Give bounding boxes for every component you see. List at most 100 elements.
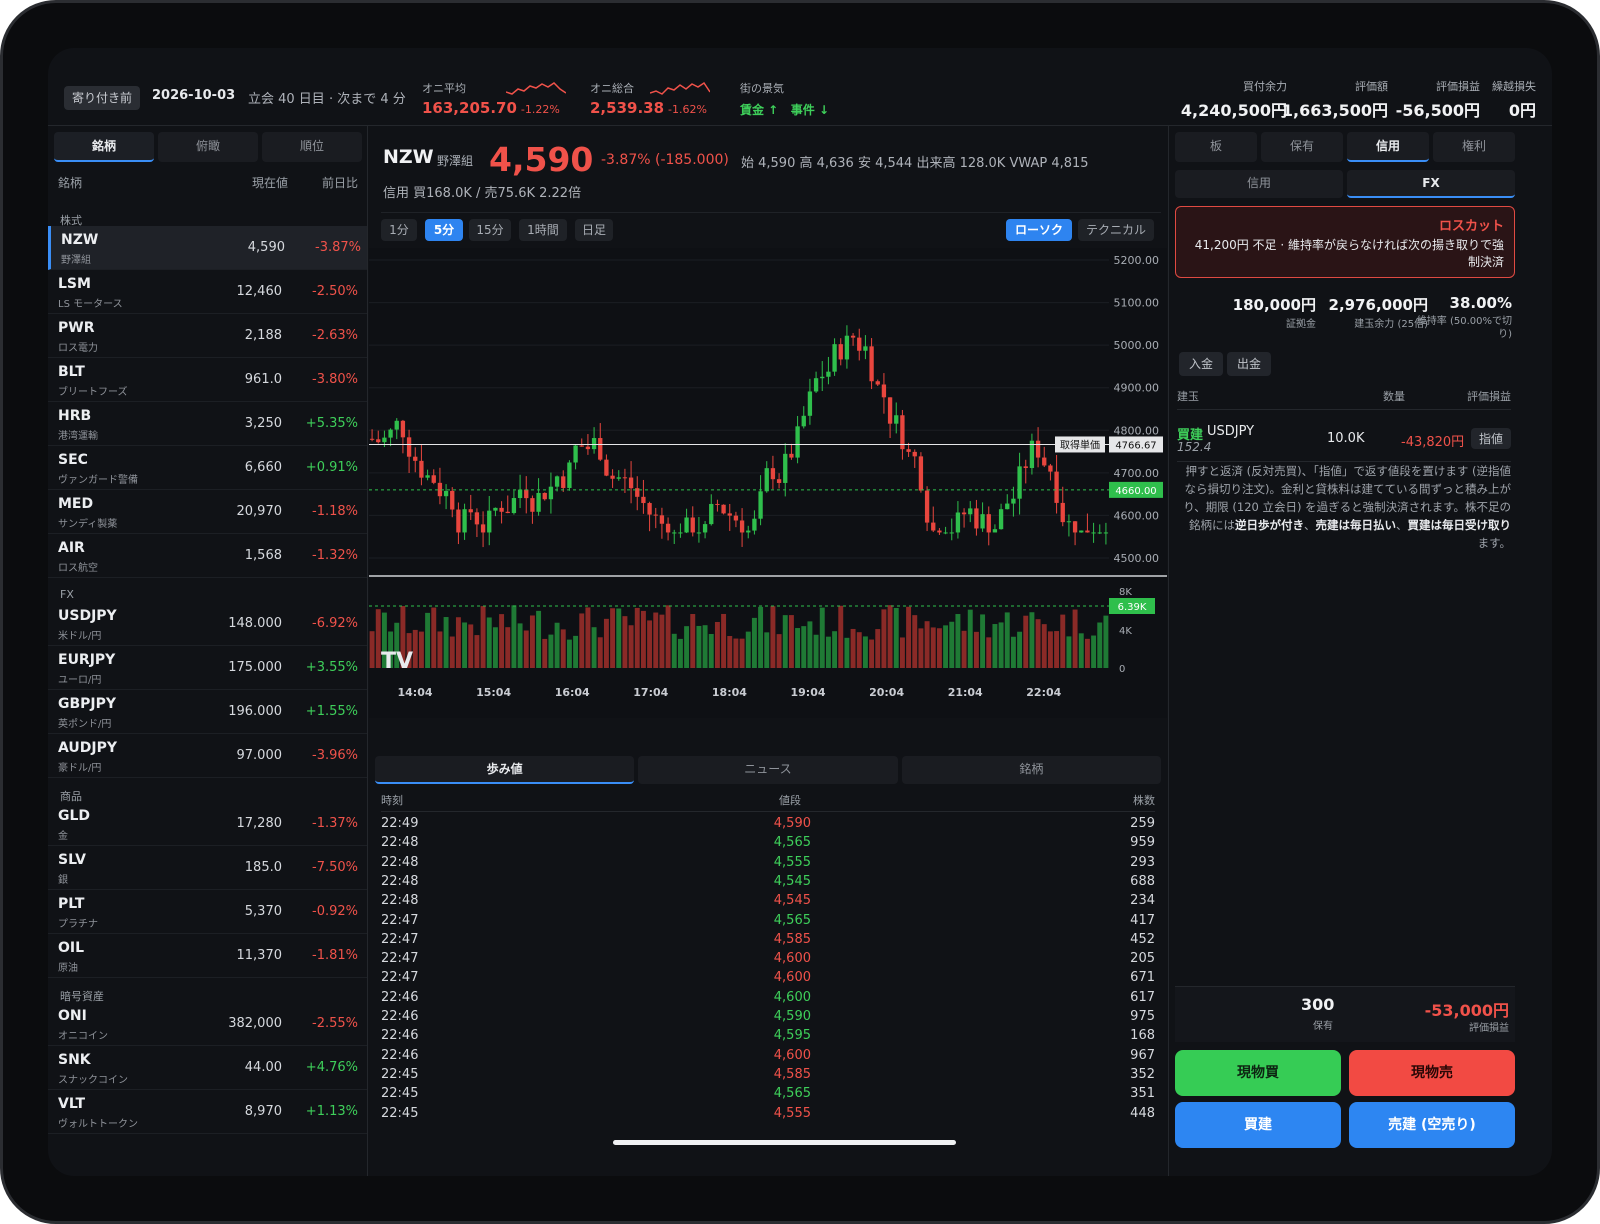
volume-bar (751, 617, 757, 668)
tab-overview[interactable]: 俯瞰 (158, 132, 258, 162)
note-text: 、 (1396, 518, 1408, 532)
watchlist-row-gbpjpy[interactable]: GBPJPY 英ポンド/円 196.000 +1.55% (48, 690, 367, 734)
row-name: ヴァンガード警備 (58, 475, 138, 486)
candle (776, 479, 782, 483)
watchlist-row-nzw[interactable]: NZW 野澤組 4,590 -3.87% (48, 226, 367, 270)
tf-15m[interactable]: 15分 (469, 219, 511, 241)
mode-technical[interactable]: テクニカル (1078, 219, 1154, 241)
row-price: 11,370 (236, 948, 283, 963)
candle (1066, 521, 1072, 523)
volume-bar (764, 632, 770, 668)
row-name: サンディ製薬 (58, 519, 118, 530)
mode-candle[interactable]: ローソク (1006, 219, 1072, 241)
watchlist-row-blt[interactable]: BLT ブリートフーズ 961.0 -3.80% (48, 358, 367, 402)
tab-orderbook[interactable]: 板 (1175, 132, 1257, 162)
watchlist-row-oil[interactable]: OIL 原油 11,370 -1.81% (48, 934, 367, 978)
volume-bar (770, 606, 776, 668)
y-tick-label: 5100.00 (1114, 297, 1160, 310)
watchlist-row-sec[interactable]: SEC ヴァンガード警備 6,660 +0.91% (48, 446, 367, 490)
tf-daily[interactable]: 日足 (575, 219, 613, 241)
tape-price: 4,565 (773, 835, 811, 851)
candle (857, 337, 862, 351)
candle (931, 522, 936, 531)
watchlist-row-hrb[interactable]: HRB 港湾運輸 3,250 +5.35% (48, 402, 367, 446)
row-symbol: LSM (58, 276, 91, 292)
warning-message: 41,200円 不足 · 維持率が戻らなければ次の揚き取りで強制決済 (1194, 238, 1504, 269)
candle (678, 532, 683, 534)
tf-1h[interactable]: 1時間 (519, 219, 567, 241)
withdraw-button[interactable]: 出金 (1227, 352, 1272, 376)
tf-1m[interactable]: 1分 (381, 219, 417, 241)
row-change: +1.13% (305, 1104, 358, 1119)
watchlist-row-snk[interactable]: SNK スナックコイン 44.00 +4.76% (48, 1046, 367, 1090)
index-oni-average[interactable]: オニ平均 163,205.70 -1.22% (422, 80, 566, 117)
tab-tape[interactable]: 歩み値 (375, 756, 635, 784)
deposit-button[interactable]: 入金 (1179, 352, 1224, 376)
row-symbol: AIR (58, 540, 85, 556)
tab-ranking[interactable]: 順位 (262, 132, 362, 162)
index-oni-composite[interactable]: オニ総合 2,539.38 -1.62% (590, 80, 710, 117)
row-name: 野澤組 (61, 255, 91, 266)
watchlist-row-audjpy[interactable]: AUDJPY 豪ドル/円 97.000 -3.96% (48, 734, 367, 778)
spot-sell-button[interactable]: 現物売 (1349, 1050, 1515, 1096)
margin-buy-button[interactable]: 買建 (1175, 1102, 1341, 1148)
tape-row: 22:47 4,565 417 (381, 913, 1155, 932)
warning-title: ロスカット (1438, 219, 1504, 234)
candle (388, 429, 393, 438)
watchlist-row-gld[interactable]: GLD 金 17,280 -1.37% (48, 802, 367, 846)
col-pos-pl: 評価損益 (1467, 390, 1511, 403)
watchlist-row-plt[interactable]: PLT プラチナ 5,370 -0.92% (48, 890, 367, 934)
volume-bar (511, 605, 517, 668)
candle (770, 468, 776, 480)
volume-bar (462, 622, 468, 668)
volume-bar (523, 630, 529, 668)
x-tick-label: 22:04 (1026, 686, 1061, 699)
subtab-margin[interactable]: 信用 (1175, 170, 1343, 198)
volume-bar (776, 634, 782, 668)
volume-bar (838, 605, 844, 668)
watchlist-row-vlt[interactable]: VLT ヴォルトトークン 8,970 +1.13% (48, 1090, 367, 1134)
volume-bar (659, 614, 665, 668)
row-symbol: USDJPY (58, 608, 117, 624)
row-price: 185.0 (244, 860, 282, 875)
watchlist-row-slv[interactable]: SLV 銀 185.0 -7.50% (48, 846, 367, 890)
watchlist-row-pwr[interactable]: PWR ロス電力 2,188 -2.63% (48, 314, 367, 358)
limit-order-button[interactable]: 指値 (1470, 428, 1511, 449)
tab-rights[interactable]: 権利 (1433, 132, 1515, 162)
volume-bar (369, 631, 375, 668)
home-indicator[interactable] (613, 1140, 956, 1145)
tab-stock-info[interactable]: 銘柄 (901, 756, 1161, 784)
candle (813, 378, 819, 392)
tab-news[interactable]: ニュース (638, 756, 898, 784)
watchlist-row-oni[interactable]: ONI オニコイン 382,000 -2.55% (48, 1002, 367, 1046)
watchlist-row-usdjpy[interactable]: USDJPY 米ドル/円 148.000 -6.92% (48, 602, 367, 646)
volume-bar (554, 622, 560, 668)
watchlist-row-eurjpy[interactable]: EURJPY ユーロ/円 175.000 +3.55% (48, 646, 367, 690)
volume-bar (542, 638, 548, 668)
watchlist-row-air[interactable]: AIR ロス航空 1,568 -1.32% (48, 534, 367, 578)
tf-5m[interactable]: 5分 (425, 219, 463, 241)
tab-margin[interactable]: 信用 (1347, 132, 1429, 162)
tape-price: 4,585 (773, 931, 811, 947)
volume-bar (696, 625, 702, 668)
app-screen: 寄り付き前 2026-10-03 立会 40 日目 · 次まで 4 分 オニ平均… (48, 48, 1552, 1176)
tab-symbols[interactable]: 銘柄 (54, 132, 154, 162)
volume-bar (536, 610, 542, 668)
candle (1023, 466, 1028, 468)
price-chart[interactable]: 5200.00 5100.00 5000.00 4900.00 4800.00 4700.… (369, 248, 1167, 718)
spot-buy-button[interactable]: 現物買 (1175, 1050, 1341, 1096)
subtab-fx[interactable]: FX (1347, 170, 1515, 198)
quote-price: 4,590 (489, 140, 594, 179)
row-price: 12,460 (236, 284, 283, 299)
tape-time: 22:48 (381, 893, 419, 909)
volume-bar (850, 628, 856, 668)
candle (431, 475, 436, 483)
position-row[interactable]: 買建 USDJPY 152.4 10.0K -43,820円 指値 (1177, 416, 1511, 462)
tab-holdings[interactable]: 保有 (1261, 132, 1343, 162)
candle (493, 507, 498, 511)
volume-bar (443, 617, 449, 668)
volume-bar (449, 636, 455, 668)
watchlist-row-lsm[interactable]: LSM LS モータース 12,460 -2.50% (48, 270, 367, 314)
short-sell-button[interactable]: 売建 (空売り) (1349, 1102, 1515, 1148)
watchlist-row-med[interactable]: MED サンディ製薬 20,970 -1.18% (48, 490, 367, 534)
